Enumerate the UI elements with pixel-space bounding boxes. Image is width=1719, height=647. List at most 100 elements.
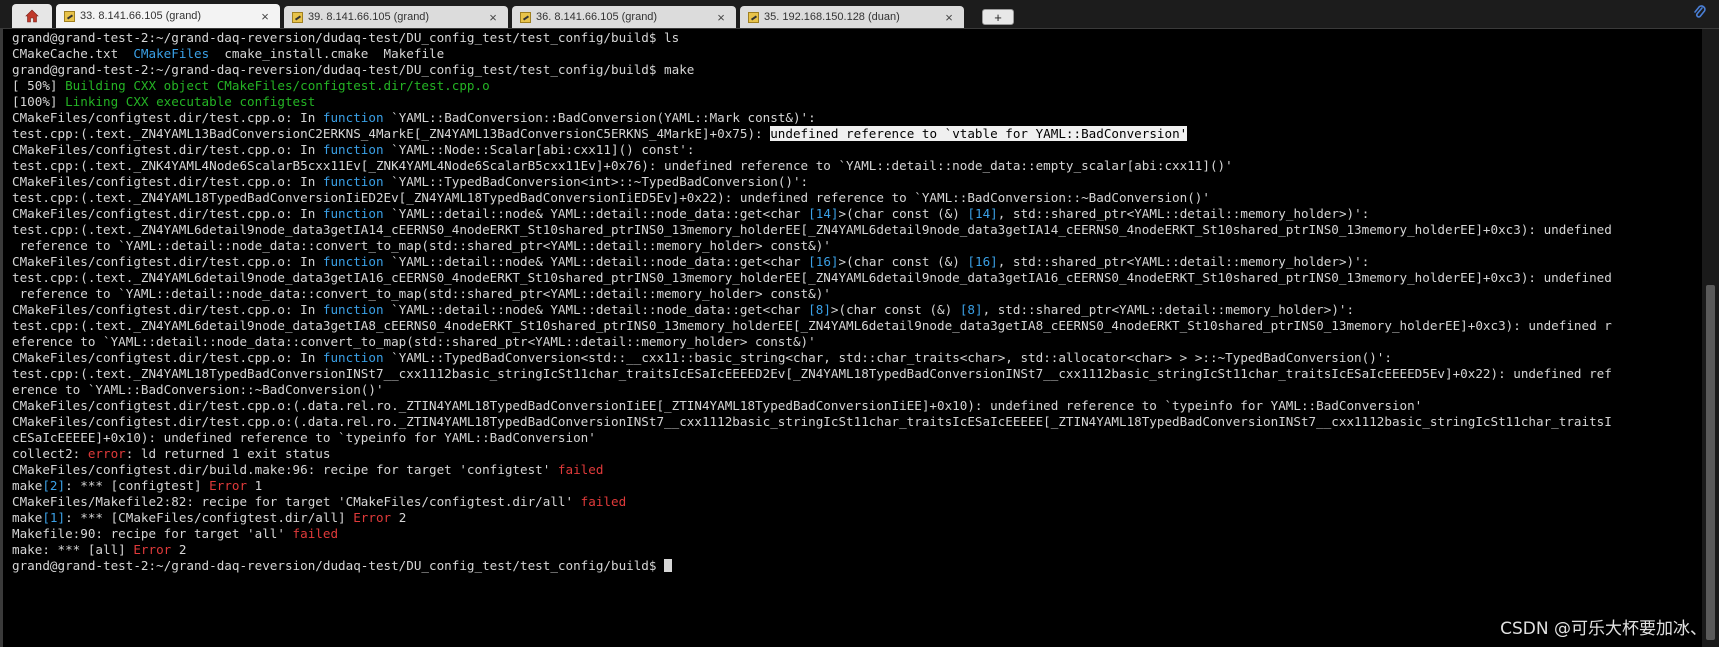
terminal-text: test.cpp:(.text._ZN4YAML6detail9node_dat… bbox=[12, 318, 1612, 333]
terminal-line: CMakeFiles/configtest.dir/test.cpp.o: In… bbox=[12, 142, 1702, 158]
terminal-text: CMakeFiles/configtest.dir/test.cpp.o: In bbox=[12, 302, 323, 317]
terminal-line: test.cpp:(.text._ZN4YAML6detail9node_dat… bbox=[12, 222, 1702, 238]
paperclip-icon[interactable] bbox=[1693, 4, 1707, 22]
terminal-text: grand@grand-test-2:~/grand-daq-reversion… bbox=[12, 30, 680, 45]
terminal-text: `YAML::TypedBadConversion<int>::~TypedBa… bbox=[383, 174, 809, 189]
terminal-text: function bbox=[322, 206, 384, 221]
highlighted-text: undefined reference to `vtable for YAML:… bbox=[770, 126, 1188, 141]
terminal-text: function bbox=[322, 350, 384, 365]
terminal-line: test.cpp:(.text._ZN4YAML18TypedBadConver… bbox=[12, 366, 1702, 382]
terminal-output[interactable]: grand@grand-test-2:~/grand-daq-reversion… bbox=[0, 29, 1702, 647]
session-tab-2[interactable]: 39. 8.141.66.105 (grand) × bbox=[284, 6, 508, 28]
terminal-text: reference to `YAML::detail::node_data::c… bbox=[12, 286, 831, 301]
tab-label: 36. 8.141.66.105 (grand) bbox=[536, 11, 658, 23]
terminal-text: CMakeFiles/configtest.dir/test.cpp.o: In bbox=[12, 110, 323, 125]
terminal-text: collect2: bbox=[12, 446, 88, 461]
terminal-text: test.cpp:(.text._ZN4YAML18TypedBadConver… bbox=[12, 190, 1210, 205]
terminal-text: `YAML::detail::node& YAML::detail::node_… bbox=[383, 302, 809, 317]
terminal-session-icon bbox=[64, 10, 75, 22]
terminal-text: CMakeCache.txt bbox=[12, 46, 134, 61]
terminal-line: [ 50%] Building CXX object CMakeFiles/co… bbox=[12, 78, 1702, 94]
tab-bar: 33. 8.141.66.105 (grand) × 39. 8.141.66.… bbox=[0, 0, 1719, 29]
terminal-line: test.cpp:(.text._ZNK4YAML4Node6ScalarB5c… bbox=[12, 158, 1702, 174]
terminal-session-icon bbox=[292, 11, 303, 23]
session-tab-4[interactable]: 35. 192.168.150.128 (duan) × bbox=[740, 6, 964, 28]
terminal-text: test.cpp:(.text._ZNK4YAML4Node6ScalarB5c… bbox=[12, 158, 1233, 173]
close-icon[interactable]: × bbox=[486, 10, 500, 25]
terminal-text: make bbox=[12, 478, 43, 493]
terminal-text: `YAML::Node::Scalar[abi:cxx11]() const': bbox=[383, 142, 695, 157]
session-tab-1[interactable]: 33. 8.141.66.105 (grand) × bbox=[56, 4, 280, 28]
terminal-text: >(char const (&) bbox=[838, 206, 968, 221]
home-icon bbox=[25, 9, 39, 23]
terminal-text: erence to `YAML::BadConversion::~BadConv… bbox=[12, 382, 384, 397]
terminal-text: CMakeFiles/configtest.dir/build.make:96:… bbox=[12, 462, 558, 477]
terminal-text: 1 bbox=[247, 478, 263, 493]
terminal-text: CMakeFiles/configtest.dir/test.cpp.o:(.d… bbox=[12, 398, 1423, 413]
terminal-line: CMakeFiles/configtest.dir/test.cpp.o:(.d… bbox=[12, 398, 1702, 414]
terminal-text: CMakeFiles/configtest.dir/test.cpp.o:(.d… bbox=[12, 414, 1612, 429]
home-tab[interactable] bbox=[12, 4, 52, 28]
terminal-text: failed bbox=[292, 526, 339, 541]
terminal-cursor bbox=[664, 559, 673, 572]
terminal-text: >(char const (&) bbox=[830, 302, 960, 317]
terminal-text: test.cpp:(.text._ZN4YAML6detail9node_dat… bbox=[12, 270, 1612, 285]
watermark: CSDN @可乐大杯要加冰、 bbox=[1500, 619, 1707, 639]
terminal-line: make: *** [all] Error 2 bbox=[12, 542, 1702, 558]
terminal-text: Makefile:90: recipe for target 'all' bbox=[12, 526, 293, 541]
terminal-line: CMakeFiles/configtest.dir/test.cpp.o: In… bbox=[12, 302, 1702, 318]
terminal-text: `YAML::BadConversion::BadConversion(YAML… bbox=[383, 110, 816, 125]
terminal-line: CMakeFiles/configtest.dir/test.cpp.o: In… bbox=[12, 110, 1702, 126]
terminal-text: [8] bbox=[808, 302, 831, 317]
scrollbar-thumb[interactable] bbox=[1706, 285, 1715, 640]
close-icon[interactable]: × bbox=[942, 10, 956, 25]
terminal-text: failed bbox=[557, 462, 604, 477]
terminal-line: CMakeFiles/configtest.dir/build.make:96:… bbox=[12, 462, 1702, 478]
terminal-line: CMakeFiles/configtest.dir/test.cpp.o: In… bbox=[12, 174, 1702, 190]
terminal-text: [100%] bbox=[12, 94, 66, 109]
terminal-text: grand@grand-test-2:~/grand-daq-reversion… bbox=[12, 62, 695, 77]
terminal-text: Error bbox=[133, 542, 172, 557]
terminal-text: [2] bbox=[42, 478, 66, 493]
terminal-text: 2 bbox=[391, 510, 407, 525]
terminal-line: [100%] Linking CXX executable configtest bbox=[12, 94, 1702, 110]
terminal-text: CMakeFiles/configtest.dir/test.cpp.o: In bbox=[12, 254, 323, 269]
terminal-text: [ 50%] bbox=[12, 78, 66, 93]
terminal-text: test.cpp:(.text._ZN4YAML6detail9node_dat… bbox=[12, 222, 1612, 237]
terminal-line: eference to `YAML::detail::node_data::co… bbox=[12, 334, 1702, 350]
terminal-text: function bbox=[322, 142, 384, 157]
terminal-text: function bbox=[322, 254, 384, 269]
terminal-line: CMakeFiles/configtest.dir/test.cpp.o: In… bbox=[12, 254, 1702, 270]
close-icon[interactable]: × bbox=[258, 9, 272, 24]
terminal-line: collect2: error: ld returned 1 exit stat… bbox=[12, 446, 1702, 462]
terminal-text: : *** [CMakeFiles/configtest.dir/all] bbox=[65, 510, 354, 525]
close-icon[interactable]: × bbox=[714, 10, 728, 25]
terminal-text: 2 bbox=[171, 542, 187, 557]
terminal-text: , std::shared_ptr<YAML::detail::memory_h… bbox=[997, 254, 1370, 269]
terminal-text: function bbox=[322, 174, 384, 189]
new-tab-button[interactable]: + bbox=[982, 9, 1014, 25]
session-tab-3[interactable]: 36. 8.141.66.105 (grand) × bbox=[512, 6, 736, 28]
terminal-text: , std::shared_ptr<YAML::detail::memory_h… bbox=[997, 206, 1370, 221]
terminal-text: [8] bbox=[959, 302, 983, 317]
terminal-text: make bbox=[12, 510, 43, 525]
terminal-text: [1] bbox=[42, 510, 66, 525]
terminal-text: function bbox=[322, 110, 384, 125]
scrollbar[interactable] bbox=[1702, 29, 1719, 647]
terminal-text: [14] bbox=[808, 206, 839, 221]
terminal-line: test.cpp:(.text._ZN4YAML6detail9node_dat… bbox=[12, 270, 1702, 286]
terminal-line: grand@grand-test-2:~/grand-daq-reversion… bbox=[12, 30, 1702, 46]
terminal-line: erence to `YAML::BadConversion::~BadConv… bbox=[12, 382, 1702, 398]
terminal-line: make[2]: *** [configtest] Error 1 bbox=[12, 478, 1702, 494]
terminal-text: test.cpp:(.text._ZN4YAML18TypedBadConver… bbox=[12, 366, 1612, 381]
terminal-line: test.cpp:(.text._ZN4YAML18TypedBadConver… bbox=[12, 190, 1702, 206]
terminal-text: cmake_install.cmake Makefile bbox=[209, 46, 445, 61]
terminal-text: CMakeFiles/Makefile2:82: recipe for targ… bbox=[12, 494, 581, 509]
terminal-text: eference to `YAML::detail::node_data::co… bbox=[12, 334, 816, 349]
terminal-text: `YAML::detail::node& YAML::detail::node_… bbox=[383, 206, 809, 221]
terminal-text: CMakeFiles/configtest.dir/test.cpp.o: In bbox=[12, 350, 323, 365]
terminal-line: CMakeFiles/configtest.dir/test.cpp.o: In… bbox=[12, 350, 1702, 366]
terminal-line: test.cpp:(.text._ZN4YAML6detail9node_dat… bbox=[12, 318, 1702, 334]
terminal-line: grand@grand-test-2:~/grand-daq-reversion… bbox=[12, 558, 1702, 574]
terminal-text: CMakeFiles/configtest.dir/test.cpp.o: In bbox=[12, 142, 323, 157]
